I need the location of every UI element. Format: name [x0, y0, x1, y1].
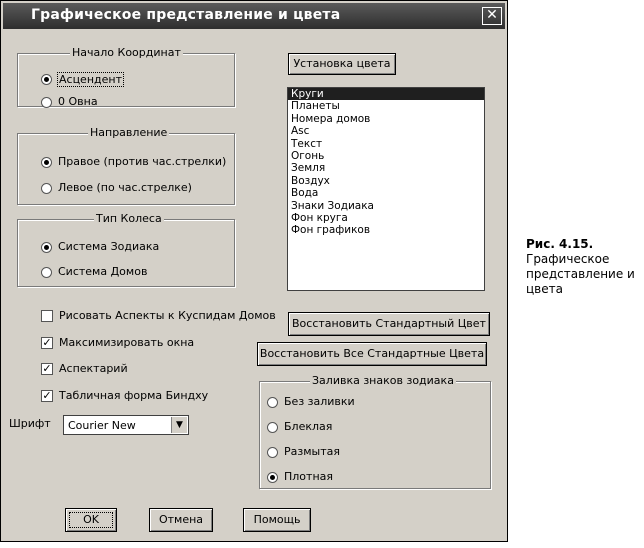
- list-item[interactable]: Круги: [288, 88, 484, 101]
- radio-wheel-houses-label[interactable]: Система Домов: [58, 265, 147, 278]
- list-item[interactable]: Asc: [288, 125, 484, 137]
- figure-caption: Рис. 4.15. Графическое представление и ц…: [526, 237, 641, 297]
- radio-fill-blurred[interactable]: [267, 447, 278, 458]
- direction-group: Направление: [17, 126, 235, 205]
- color-element-list[interactable]: Круги Планеты Номера домов Asc Текст Огонь Зем…: [287, 87, 485, 291]
- radio-fill-solid-label[interactable]: Плотная: [284, 470, 333, 483]
- fill-group-label: Заливка знаков зодиака: [310, 374, 456, 387]
- checkbox-bindu-table[interactable]: ✓: [41, 390, 53, 402]
- radio-direction-cw-label[interactable]: Левое (по час.стрелке): [58, 181, 192, 194]
- list-item[interactable]: Текст: [288, 138, 484, 150]
- checkbox-aspects-cusps-label[interactable]: Рисовать Аспекты к Куспидам Домов: [59, 309, 276, 322]
- radio-origin-ascendant-label[interactable]: Асцендент: [57, 72, 124, 87]
- title-bar[interactable]: Графическое представление и цвета ✕: [3, 3, 505, 29]
- restore-all-colors-button[interactable]: Восстановить Все Стандартные Цвета: [257, 342, 487, 366]
- checkbox-aspectarium[interactable]: ✓: [41, 363, 53, 375]
- radio-direction-ccw[interactable]: [41, 157, 52, 168]
- direction-group-label: Направление: [88, 126, 170, 139]
- checkbox-maximize-label[interactable]: Максимизировать окна: [59, 336, 194, 349]
- radio-fill-none-label[interactable]: Без заливки: [284, 395, 355, 408]
- radio-fill-solid[interactable]: [267, 472, 278, 483]
- wheel-group-label: Тип Колеса: [94, 212, 164, 225]
- list-item[interactable]: Воздух: [288, 175, 484, 187]
- origin-group-label: Начало Координат: [70, 46, 183, 59]
- figure-caption-text: Графическое представление и цвета: [526, 252, 635, 296]
- radio-origin-aries[interactable]: [41, 97, 52, 108]
- radio-wheel-zodiac[interactable]: [41, 242, 52, 253]
- radio-wheel-zodiac-label[interactable]: Система Зодиака: [58, 240, 159, 253]
- list-item[interactable]: Огонь: [288, 150, 484, 162]
- radio-fill-faded[interactable]: [267, 422, 278, 433]
- list-item[interactable]: Вода: [288, 187, 484, 199]
- restore-default-color-button[interactable]: Восстановить Стандартный Цвет: [288, 312, 490, 336]
- font-select[interactable]: Courier New ▼: [63, 415, 189, 435]
- chevron-down-icon[interactable]: ▼: [171, 417, 187, 433]
- list-item[interactable]: Фон графиков: [288, 224, 484, 236]
- checkbox-bindu-table-label[interactable]: Табличная форма Биндху: [59, 389, 208, 402]
- dialog-window: Графическое представление и цвета ✕ Нача…: [0, 0, 508, 542]
- radio-origin-aries-label[interactable]: 0 Овна: [58, 95, 98, 108]
- radio-fill-faded-label[interactable]: Блеклая: [284, 420, 332, 433]
- checkbox-aspects-cusps[interactable]: [41, 310, 53, 322]
- radio-origin-ascendant[interactable]: [41, 74, 52, 85]
- checkbox-aspectarium-label[interactable]: Аспектарий: [59, 362, 128, 375]
- close-icon[interactable]: ✕: [482, 7, 502, 25]
- list-item[interactable]: Фон круга: [288, 212, 484, 224]
- list-item[interactable]: Планеты: [288, 100, 484, 112]
- ok-button[interactable]: OK: [65, 508, 117, 532]
- figure-number: Рис. 4.15.: [526, 237, 594, 251]
- list-item[interactable]: Знаки Зодиака: [288, 200, 484, 212]
- checkbox-maximize[interactable]: ✓: [41, 337, 53, 349]
- cancel-button[interactable]: Отмена: [149, 508, 213, 532]
- radio-direction-cw[interactable]: [41, 183, 52, 194]
- help-button[interactable]: Помощь: [243, 508, 311, 532]
- radio-direction-ccw-label[interactable]: Правое (против час.стрелки): [58, 155, 226, 168]
- font-label: Шрифт: [9, 417, 51, 430]
- radio-fill-none[interactable]: [267, 397, 278, 408]
- list-item[interactable]: Номера домов: [288, 113, 484, 125]
- radio-fill-blurred-label[interactable]: Размытая: [284, 445, 340, 458]
- radio-wheel-houses[interactable]: [41, 267, 52, 278]
- set-color-button[interactable]: Установка цвета: [288, 53, 396, 75]
- window-title: Графическое представление и цвета: [31, 7, 341, 23]
- font-select-value: Courier New: [68, 419, 136, 432]
- list-item[interactable]: Земля: [288, 162, 484, 174]
